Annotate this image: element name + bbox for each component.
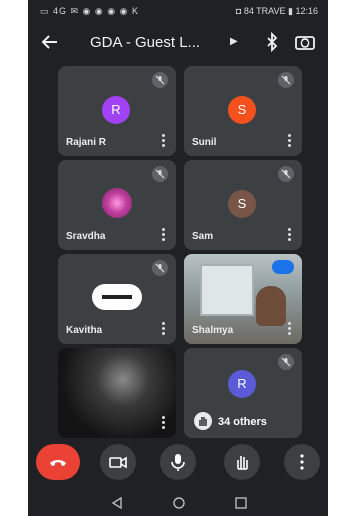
avatar: R bbox=[102, 96, 130, 124]
nav-home-icon[interactable] bbox=[172, 496, 186, 510]
more-options-icon[interactable] bbox=[162, 322, 166, 338]
profile-photo bbox=[102, 188, 132, 218]
mic-muted-icon bbox=[278, 354, 294, 370]
participant-tile[interactable]: R Rajani R bbox=[58, 66, 176, 156]
participant-name: Rajani R bbox=[66, 137, 107, 148]
more-options-icon[interactable] bbox=[162, 134, 166, 150]
more-options-icon[interactable] bbox=[288, 134, 292, 150]
participant-name: Kavitha bbox=[66, 325, 103, 336]
hand-icon bbox=[194, 412, 212, 430]
mic-muted-icon bbox=[152, 72, 168, 88]
mic-muted-icon bbox=[152, 260, 168, 276]
more-options-icon[interactable] bbox=[288, 228, 292, 244]
speaking-indicator-icon bbox=[272, 260, 294, 274]
mic-muted-icon bbox=[152, 166, 168, 182]
participant-tile[interactable]: S Sam bbox=[184, 160, 302, 250]
system-nav-bar bbox=[28, 490, 328, 516]
call-controls bbox=[28, 440, 328, 480]
others-count: 34 others bbox=[218, 416, 267, 428]
participant-tile[interactable]: Sravdha bbox=[58, 160, 176, 250]
meeting-title[interactable]: GDA - Guest L... bbox=[90, 34, 220, 51]
end-call-button[interactable] bbox=[36, 444, 80, 480]
participant-tile[interactable]: Kavitha bbox=[58, 254, 176, 344]
avatar: R bbox=[228, 370, 256, 398]
video-person bbox=[256, 286, 286, 326]
app-bar: GDA - Guest L... ▶ bbox=[28, 22, 328, 62]
raise-hand-button[interactable] bbox=[224, 444, 260, 480]
mic-muted-icon bbox=[278, 166, 294, 182]
participant-name: Sam bbox=[192, 231, 214, 242]
meet-call-screen: ▭ 4G ✉ ◉ ◉ ◉ ◉ K ◘ 84 TRAVE ▮ 12:16 GDA … bbox=[28, 0, 328, 516]
bluetooth-icon[interactable] bbox=[262, 32, 282, 52]
nav-back-icon[interactable] bbox=[110, 496, 124, 510]
participant-name: Sunil bbox=[192, 137, 217, 148]
more-options-icon[interactable] bbox=[162, 416, 166, 432]
profile-logo bbox=[92, 284, 142, 310]
participant-tile[interactable]: S Sunil bbox=[184, 66, 302, 156]
mic-muted-icon bbox=[278, 72, 294, 88]
phone-hangup-icon bbox=[50, 460, 66, 466]
camera-button[interactable] bbox=[100, 444, 136, 480]
switch-camera-icon[interactable] bbox=[294, 32, 316, 52]
microphone-icon bbox=[171, 454, 185, 471]
participant-name: Shalmya bbox=[192, 325, 234, 336]
status-battery-time: ◘ 84 TRAVE ▮ 12:16 bbox=[235, 6, 318, 16]
back-arrow-icon[interactable] bbox=[40, 32, 60, 52]
avatar: S bbox=[228, 96, 256, 124]
video-camera-icon bbox=[109, 456, 127, 469]
participant-name: Sravdha bbox=[66, 231, 106, 242]
avatar: S bbox=[228, 190, 256, 218]
microphone-button[interactable] bbox=[160, 444, 196, 480]
nav-recents-icon[interactable] bbox=[234, 496, 248, 510]
participant-video-tile[interactable]: Shalmya bbox=[184, 254, 302, 344]
status-bar: ▭ 4G ✉ ◉ ◉ ◉ ◉ K ◘ 84 TRAVE ▮ 12:16 bbox=[28, 0, 328, 22]
vertical-dots-icon bbox=[300, 454, 304, 470]
more-options-button[interactable] bbox=[284, 444, 320, 480]
others-tile[interactable]: R 34 others bbox=[184, 348, 302, 438]
title-expand-icon[interactable]: ▶ bbox=[230, 36, 238, 47]
hand-icon bbox=[237, 456, 248, 470]
more-options-icon[interactable] bbox=[162, 228, 166, 244]
self-video-tile[interactable] bbox=[58, 348, 176, 438]
more-options-icon[interactable] bbox=[288, 322, 292, 338]
status-indicators: ▭ 4G ✉ ◉ ◉ ◉ ◉ K bbox=[40, 6, 139, 16]
video-background-window bbox=[200, 264, 254, 316]
